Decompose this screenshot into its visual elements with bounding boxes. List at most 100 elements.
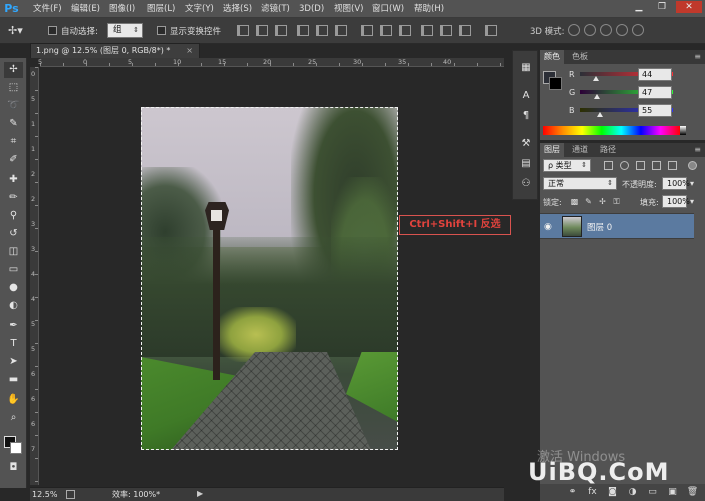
hand-tool-icon[interactable]: ✋ — [4, 392, 23, 408]
layer-row[interactable]: ◉ 图层 0 — [540, 213, 694, 239]
move-tool-preset-icon[interactable]: ✢▾ — [8, 23, 34, 39]
new-layer-icon[interactable]: ▣ — [666, 486, 679, 498]
distribute-vcenter-icon[interactable] — [380, 25, 392, 36]
blur-tool-icon[interactable]: ● — [4, 280, 23, 296]
background-color-swatch[interactable] — [10, 442, 22, 454]
tab-color[interactable]: 颜色 — [540, 50, 564, 64]
mono-spectrum-bar[interactable] — [680, 126, 686, 135]
clone-stamp-tool-icon[interactable]: ⚲ — [4, 208, 23, 224]
menu-3d[interactable]: 3D(D) — [299, 0, 324, 18]
horizontal-ruler[interactable] — [40, 58, 504, 67]
shape-tool-icon[interactable]: ▬ — [4, 372, 23, 388]
minimize-button[interactable]: ▁ — [628, 1, 650, 13]
character-panel-icon[interactable]: A — [518, 89, 534, 103]
new-group-icon[interactable]: ▭ — [646, 486, 659, 498]
brush-panel-icon[interactable]: ▤ — [518, 157, 534, 171]
link-layers-icon[interactable]: ⚭ — [566, 486, 579, 498]
menu-view[interactable]: 视图(V) — [334, 0, 363, 18]
rotate-3d-icon[interactable] — [568, 24, 580, 36]
paragraph-panel-icon[interactable]: ¶ — [518, 109, 534, 123]
show-transform-checkbox[interactable] — [157, 26, 166, 35]
status-menu-arrow-icon[interactable]: ▶ — [197, 489, 203, 498]
quick-select-tool-icon[interactable]: ✎ — [4, 116, 23, 132]
maximize-button[interactable]: ❐ — [651, 1, 673, 13]
menu-file[interactable]: 文件(F) — [33, 0, 62, 18]
marquee-tool-icon[interactable]: ⬚ — [4, 80, 23, 96]
menu-help[interactable]: 帮助(H) — [414, 0, 444, 18]
eye-icon[interactable]: ◉ — [544, 222, 552, 232]
close-button[interactable]: ✕ — [676, 1, 702, 13]
menu-filter[interactable]: 滤镜(T) — [261, 0, 290, 18]
layer-filter-kind-dropdown[interactable]: ρ 类型 ⇕ — [543, 159, 591, 172]
canvas-image[interactable] — [141, 107, 398, 450]
lock-position-icon[interactable]: ✢ — [598, 197, 607, 206]
quick-mask-icon[interactable]: ◘ — [4, 460, 23, 476]
panel-menu-icon[interactable]: ≡ — [694, 145, 701, 154]
healing-brush-tool-icon[interactable]: ✚ — [4, 172, 23, 188]
roll-3d-icon[interactable] — [584, 24, 596, 36]
zoom-tool-icon[interactable]: ⌕ — [4, 410, 23, 426]
panel-menu-icon[interactable]: ≡ — [694, 52, 701, 61]
path-select-tool-icon[interactable]: ➤ — [4, 354, 23, 370]
distribute-bottom-icon[interactable] — [399, 25, 411, 36]
lasso-tool-icon[interactable]: ➰ — [4, 98, 23, 114]
tab-layers[interactable]: 图层 — [540, 143, 564, 157]
channel-r-value[interactable]: 44 — [638, 68, 672, 81]
slide-3d-icon[interactable] — [616, 24, 628, 36]
type-tool-icon[interactable]: T — [4, 336, 23, 352]
tab-paths[interactable]: 路径 — [596, 143, 620, 157]
align-right-icon[interactable] — [335, 25, 347, 36]
layer-thumbnail[interactable] — [562, 216, 582, 237]
auto-align-icon[interactable] — [485, 25, 497, 36]
history-brush-tool-icon[interactable]: ↺ — [4, 226, 23, 242]
menu-edit[interactable]: 编辑(E) — [71, 0, 100, 18]
auto-select-dropdown[interactable]: 组 ⇕ — [107, 23, 143, 38]
distribute-left-icon[interactable] — [421, 25, 433, 36]
lock-image-icon[interactable]: ✎ — [584, 197, 593, 206]
filter-smart-object-icon[interactable] — [668, 161, 677, 170]
align-top-icon[interactable] — [237, 25, 249, 36]
close-icon[interactable]: × — [186, 44, 193, 58]
tool-presets-icon[interactable]: ⚒ — [518, 137, 534, 151]
align-hcenter-icon[interactable] — [316, 25, 328, 36]
layer-style-icon[interactable]: fx — [586, 486, 599, 498]
brush-tool-icon[interactable]: ✏ — [4, 190, 23, 206]
fill-dropdown-icon[interactable]: ▾ — [690, 197, 694, 206]
menu-select[interactable]: 选择(S) — [223, 0, 252, 18]
distribute-top-icon[interactable] — [361, 25, 373, 36]
filter-type-icon[interactable] — [636, 161, 645, 170]
slider-thumb[interactable] — [597, 112, 604, 117]
history-panel-icon[interactable]: ▦ — [518, 61, 534, 75]
document-tab[interactable]: 1.png @ 12.5% (图层 0, RGB/8*) * × — [30, 43, 200, 58]
slider-thumb[interactable] — [593, 94, 600, 99]
tab-channels[interactable]: 通道 — [568, 143, 592, 157]
clone-source-icon[interactable]: ⚇ — [518, 177, 534, 191]
eraser-tool-icon[interactable]: ◫ — [4, 244, 23, 260]
layer-name[interactable]: 图层 0 — [587, 221, 612, 233]
channel-g-value[interactable]: 47 — [638, 86, 672, 99]
background-color-swatch[interactable] — [549, 77, 562, 90]
pan-3d-icon[interactable] — [600, 24, 612, 36]
menu-image[interactable]: 图像(I) — [109, 0, 135, 18]
slider-thumb[interactable] — [592, 76, 599, 81]
filter-toggle-icon[interactable] — [688, 161, 697, 170]
menu-layer[interactable]: 图层(L) — [147, 0, 175, 18]
delete-layer-icon[interactable]: 🗑 — [686, 486, 699, 498]
menu-window[interactable]: 窗口(W) — [372, 0, 404, 18]
color-spectrum-bar[interactable] — [543, 126, 680, 135]
distribute-hcenter-icon[interactable] — [440, 25, 452, 36]
filter-shape-icon[interactable] — [652, 161, 661, 170]
zoom-level-field[interactable]: 12.5% — [32, 489, 60, 500]
crop-tool-icon[interactable]: ⌗ — [4, 134, 23, 150]
fill-field[interactable]: 100% — [662, 195, 690, 208]
layer-mask-icon[interactable]: ◙ — [606, 486, 619, 498]
lock-all-icon[interactable]: ⚿ — [612, 197, 621, 206]
auto-select-checkbox[interactable] — [48, 26, 57, 35]
channel-b-value[interactable]: 55 — [638, 104, 672, 117]
gradient-tool-icon[interactable]: ▭ — [4, 262, 23, 278]
align-left-icon[interactable] — [297, 25, 309, 36]
menu-type[interactable]: 文字(Y) — [185, 0, 214, 18]
lock-transparent-icon[interactable]: ▩ — [570, 197, 579, 206]
pen-tool-icon[interactable]: ✒ — [4, 318, 23, 334]
eyedropper-tool-icon[interactable]: ✐ — [4, 152, 23, 168]
